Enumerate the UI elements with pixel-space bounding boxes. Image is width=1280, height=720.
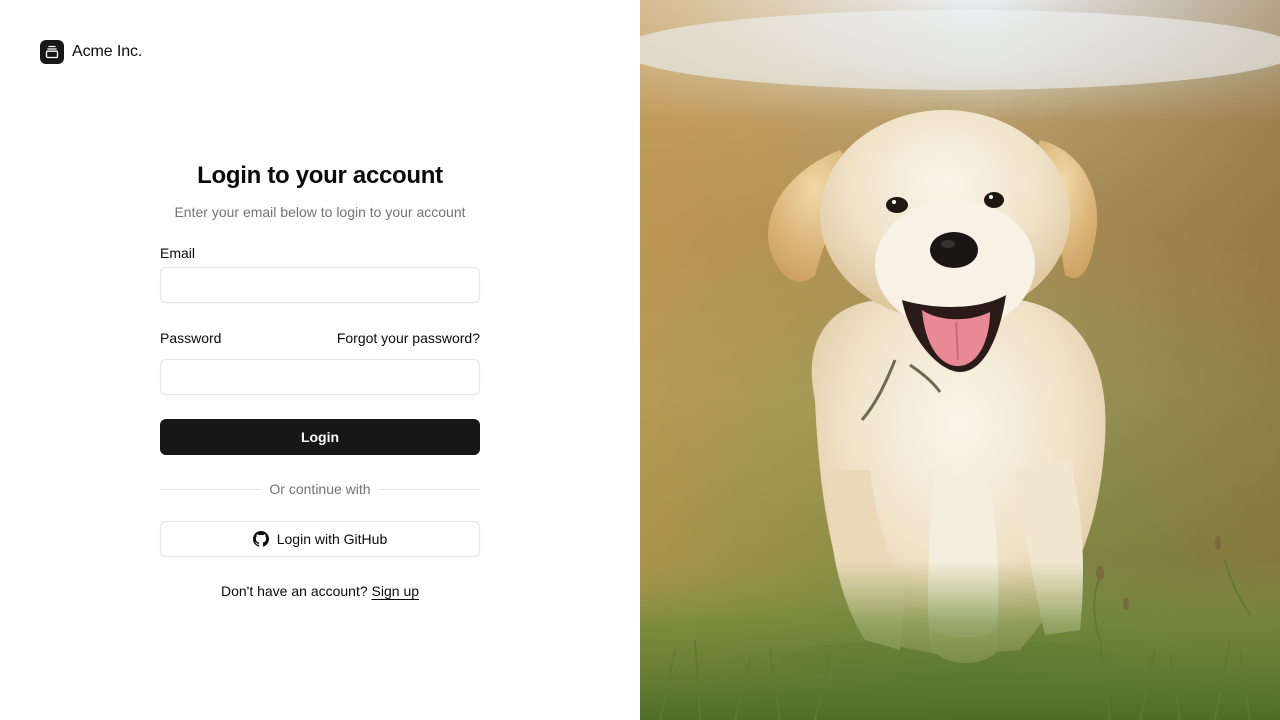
puppy-photo <box>640 0 1280 720</box>
github-login-button[interactable]: Login with GitHub <box>160 521 480 557</box>
brand-name: Acme Inc. <box>72 43 143 60</box>
signup-prompt-row: Don't have an account? Sign up <box>160 583 480 599</box>
email-field[interactable] <box>160 267 480 303</box>
login-panel: Acme Inc. Login to your account Enter yo… <box>0 0 640 720</box>
forgot-password-link[interactable]: Forgot your password? <box>337 330 480 346</box>
login-form: Login to your account Enter your email b… <box>160 160 481 599</box>
brand[interactable]: Acme Inc. <box>40 40 142 64</box>
gallery-stack-icon <box>40 40 64 64</box>
password-field[interactable] <box>160 359 480 395</box>
github-button-label: Login with GitHub <box>276 531 388 547</box>
page-title: Login to your account <box>197 162 443 189</box>
page-subtitle: Enter your email below to login to your … <box>174 204 466 220</box>
signup-prompt: Don't have an account? <box>220 583 368 599</box>
login-page: Acme Inc. Login to your account Enter yo… <box>0 0 1280 720</box>
hero-image <box>640 0 1280 720</box>
signup-link[interactable]: Sign up <box>372 583 419 599</box>
divider-line-left <box>160 488 262 490</box>
login-button[interactable]: Login <box>160 419 480 455</box>
password-label-row: Password Forgot your password? <box>160 328 480 348</box>
divider-text: Or continue with <box>269 481 371 497</box>
email-label: Email <box>160 245 196 261</box>
divider-line-right <box>378 488 481 490</box>
password-label: Password <box>160 330 222 346</box>
divider: Or continue with <box>160 481 481 497</box>
github-icon <box>252 531 269 547</box>
